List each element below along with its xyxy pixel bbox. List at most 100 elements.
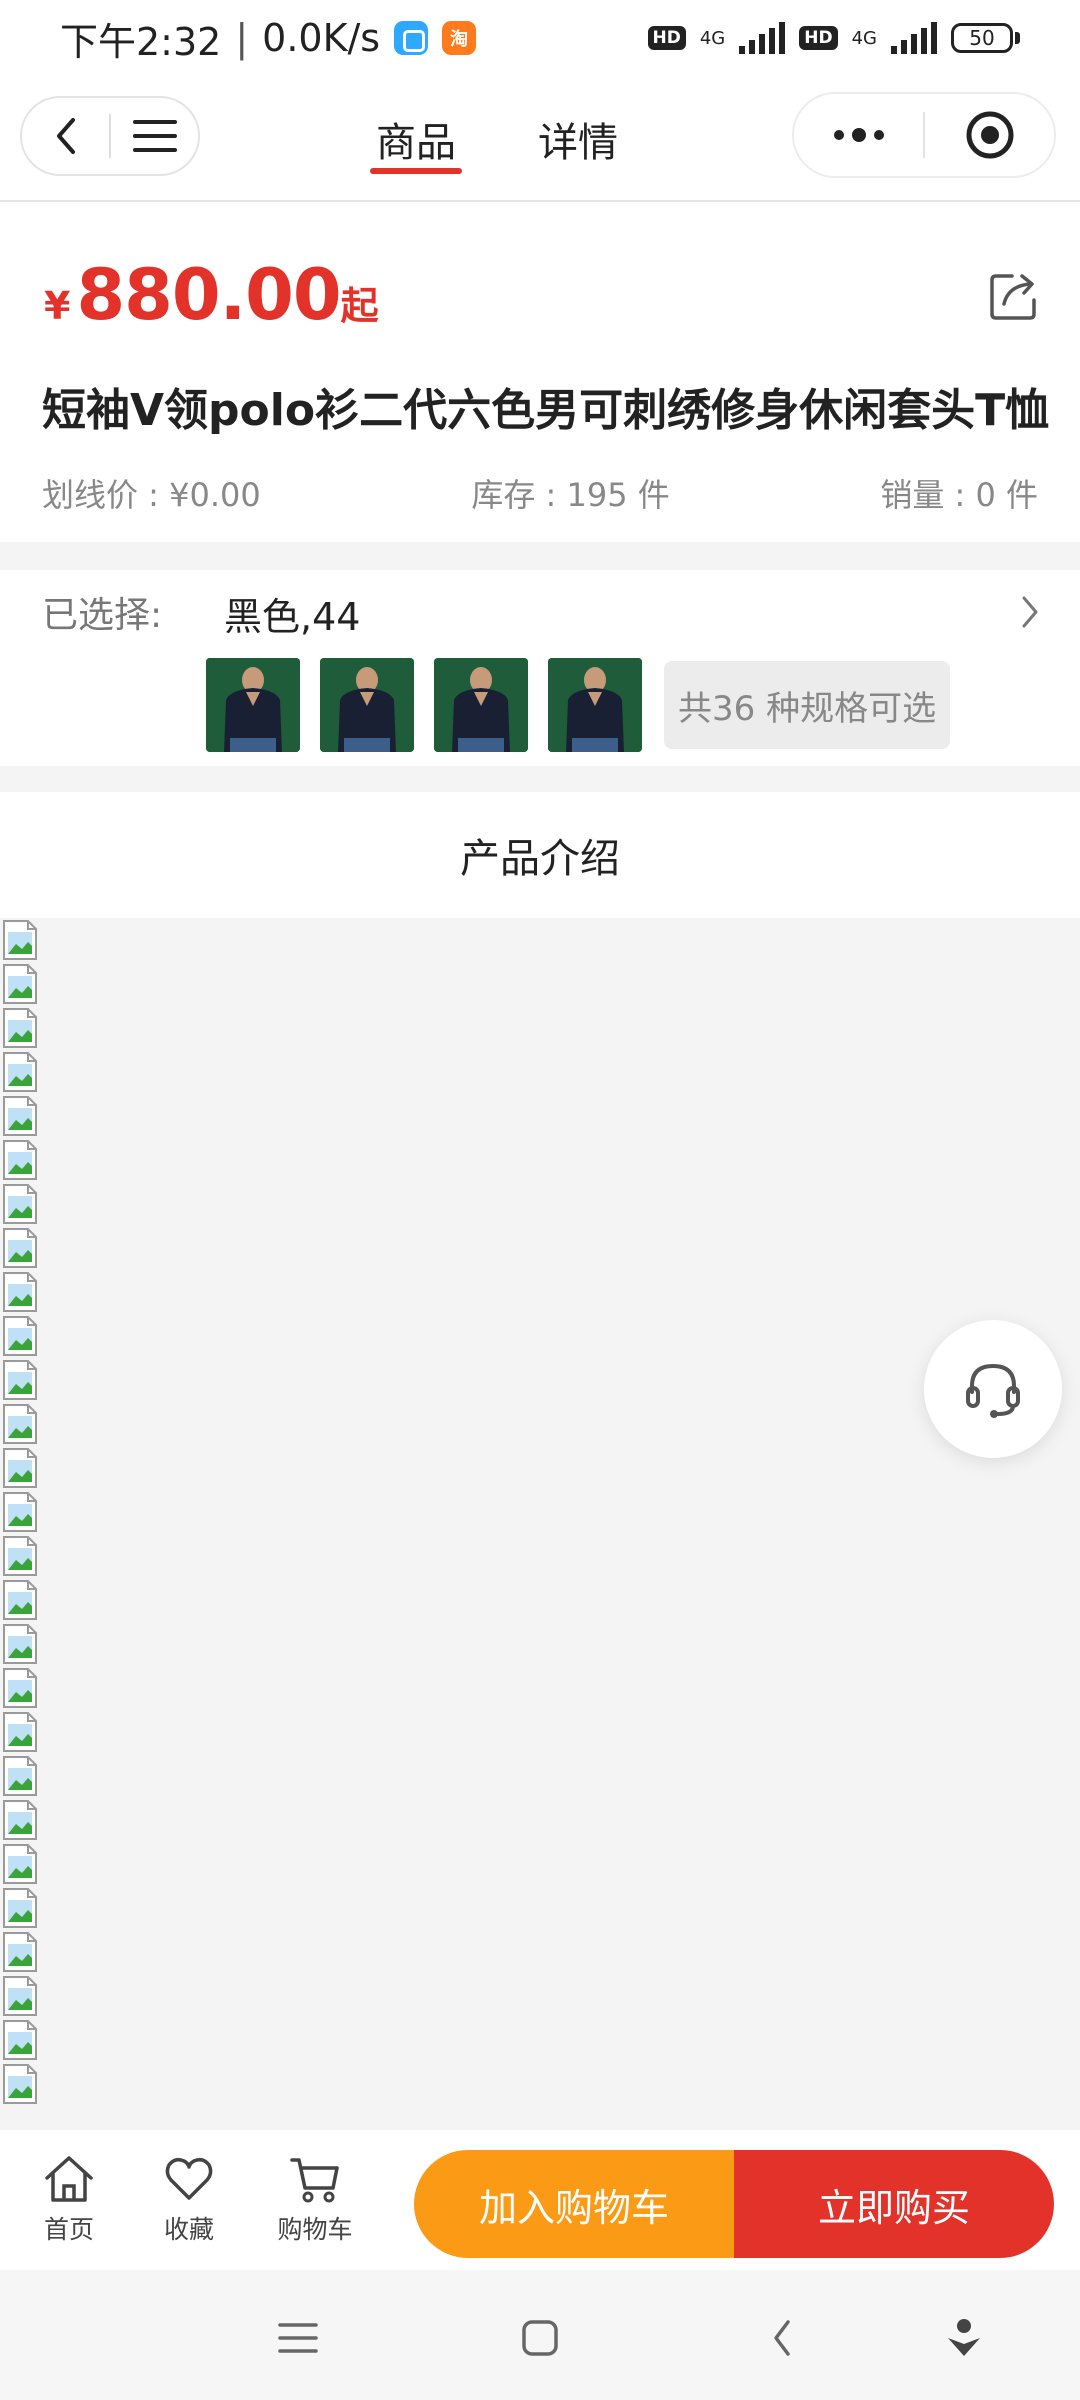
broken-image-icon xyxy=(3,1404,37,1444)
broken-image-icon xyxy=(3,1668,37,1708)
broken-image-icon xyxy=(3,1184,37,1224)
broken-image-icon xyxy=(3,1976,37,2016)
price-currency: ¥ xyxy=(44,284,71,328)
assistant-icon xyxy=(948,2319,980,2356)
nav-bar: 商品 详情 xyxy=(0,76,1080,202)
product-info: ¥ 880.00 起 短袖V领polo衫二代六色男可刺绣修身休闲套头T恤 划线价… xyxy=(0,202,1080,542)
tab-product[interactable]: 商品 xyxy=(370,76,462,202)
battery-icon: 50 xyxy=(951,23,1020,53)
divider-band xyxy=(0,542,1080,570)
spec-thumbnail[interactable] xyxy=(548,658,642,752)
broken-image-icon xyxy=(3,1624,37,1664)
cart-tab[interactable]: 购物车 xyxy=(270,2154,360,2246)
broken-image-icon xyxy=(3,1096,37,1136)
product-meta: 划线价 : ¥0.00 库存 : 195 件 销量 : 0 件 xyxy=(42,470,1038,516)
home-label: 首页 xyxy=(43,2215,94,2244)
status-network-speed: 0.0K/s xyxy=(262,16,381,60)
broken-image-icon xyxy=(3,1316,37,1356)
home-system-button[interactable] xyxy=(512,2310,568,2366)
signal-1-icon xyxy=(739,22,786,54)
headset-icon xyxy=(966,1363,1020,1418)
signal-2-icon xyxy=(891,22,937,54)
broken-image-icon xyxy=(3,1800,37,1840)
sales: 销量 : 0 件 xyxy=(880,476,1038,514)
nav-capsule-left xyxy=(20,96,200,176)
favorite-label: 收藏 xyxy=(163,2215,214,2244)
broken-image-icon xyxy=(3,1228,37,1268)
broken-image-icon xyxy=(3,1140,37,1180)
customer-service-button[interactable] xyxy=(924,1320,1062,1458)
system-nav-bar xyxy=(0,2270,1080,2400)
back-system-button[interactable] xyxy=(754,2310,810,2366)
broken-image-icon xyxy=(3,1888,37,1928)
stock: 库存 : 195 件 xyxy=(471,476,670,514)
product-intro-content xyxy=(0,918,1080,2130)
price-suffix: 起 xyxy=(340,284,379,328)
home-square-icon xyxy=(522,2320,558,2356)
battery-level: 50 xyxy=(951,23,1013,53)
broken-image-column xyxy=(0,918,44,2106)
menu-icon xyxy=(132,120,177,152)
add-to-cart-button[interactable]: 加入购物车 xyxy=(414,2150,734,2258)
favorite-tab[interactable]: 收藏 xyxy=(144,2154,234,2246)
recents-icon xyxy=(278,2323,318,2353)
divider-band xyxy=(0,766,1080,792)
price: ¥ 880.00 起 xyxy=(44,254,379,336)
broken-image-icon xyxy=(3,1052,37,1092)
broken-image-icon xyxy=(3,1756,37,1796)
hd-badge-2: HD xyxy=(799,26,838,50)
spec-thumbnails: 共36 种规格可选 xyxy=(206,658,951,752)
spec-selector[interactable]: 已选择: 黑色,44 共36 种规格可选 xyxy=(0,570,1080,766)
broken-image-icon xyxy=(3,2020,37,2060)
broken-image-icon xyxy=(3,1536,37,1576)
back-button[interactable] xyxy=(22,98,109,174)
bottom-action-bar: 首页 收藏 购物车 加入购物车 立即购买 xyxy=(0,2130,1080,2270)
broken-image-icon xyxy=(3,1008,37,1048)
spec-thumbnail[interactable] xyxy=(206,658,300,752)
share-button[interactable] xyxy=(988,268,1042,322)
broken-image-icon xyxy=(3,1360,37,1400)
spec-count-badge[interactable]: 共36 种规格可选 xyxy=(664,661,951,749)
miniapp-capsule xyxy=(792,92,1056,178)
status-time: 下午2:32 xyxy=(60,19,222,64)
close-miniapp-button[interactable] xyxy=(925,94,1054,176)
record-icon xyxy=(966,111,1013,159)
buy-now-button[interactable]: 立即购买 xyxy=(734,2150,1054,2258)
broken-image-icon xyxy=(3,1272,37,1312)
more-button[interactable] xyxy=(794,94,923,176)
recents-button[interactable] xyxy=(270,2310,326,2366)
heart-icon xyxy=(165,2157,213,2200)
menu-button[interactable] xyxy=(111,98,198,174)
broken-image-icon xyxy=(3,964,37,1004)
status-divider: | xyxy=(235,16,249,60)
cart-label: 购物车 xyxy=(277,2215,353,2244)
selection-label: 已选择: xyxy=(42,595,163,636)
tab-details[interactable]: 详情 xyxy=(532,76,624,202)
messenger-app-icon xyxy=(394,21,429,55)
product-title: 短袖V领polo衫二代六色男可刺绣修身休闲套头T恤 xyxy=(42,385,1050,436)
back-icon xyxy=(56,118,75,154)
selection-value: 黑色,44 xyxy=(224,595,361,639)
broken-image-icon xyxy=(3,1580,37,1620)
broken-image-icon xyxy=(3,1932,37,1972)
broken-image-icon xyxy=(3,1492,37,1532)
more-icon xyxy=(833,128,884,142)
home-tab[interactable]: 首页 xyxy=(24,2154,114,2246)
price-value: 880.00 xyxy=(76,254,341,336)
back-triangle-icon xyxy=(774,2320,790,2356)
status-bar: 下午2:32 | 0.0K/s 淘 HD 4G HD 4G 50 xyxy=(0,0,1080,76)
spec-thumbnail[interactable] xyxy=(320,658,414,752)
hd-badge: HD xyxy=(647,26,686,50)
broken-image-icon xyxy=(3,1844,37,1884)
home-icon xyxy=(45,2156,93,2202)
cart-icon xyxy=(290,2158,339,2203)
assistant-button[interactable] xyxy=(936,2310,992,2366)
purchase-actions: 加入购物车 立即购买 xyxy=(414,2150,1054,2258)
product-intro-title: 产品介绍 xyxy=(0,792,1080,918)
taobao-app-icon: 淘 xyxy=(442,21,477,55)
network-type-1: 4G xyxy=(699,27,726,49)
spec-thumbnail[interactable] xyxy=(434,658,528,752)
broken-image-icon xyxy=(3,1448,37,1488)
share-icon xyxy=(990,274,1036,320)
chevron-right-icon xyxy=(1022,596,1038,628)
